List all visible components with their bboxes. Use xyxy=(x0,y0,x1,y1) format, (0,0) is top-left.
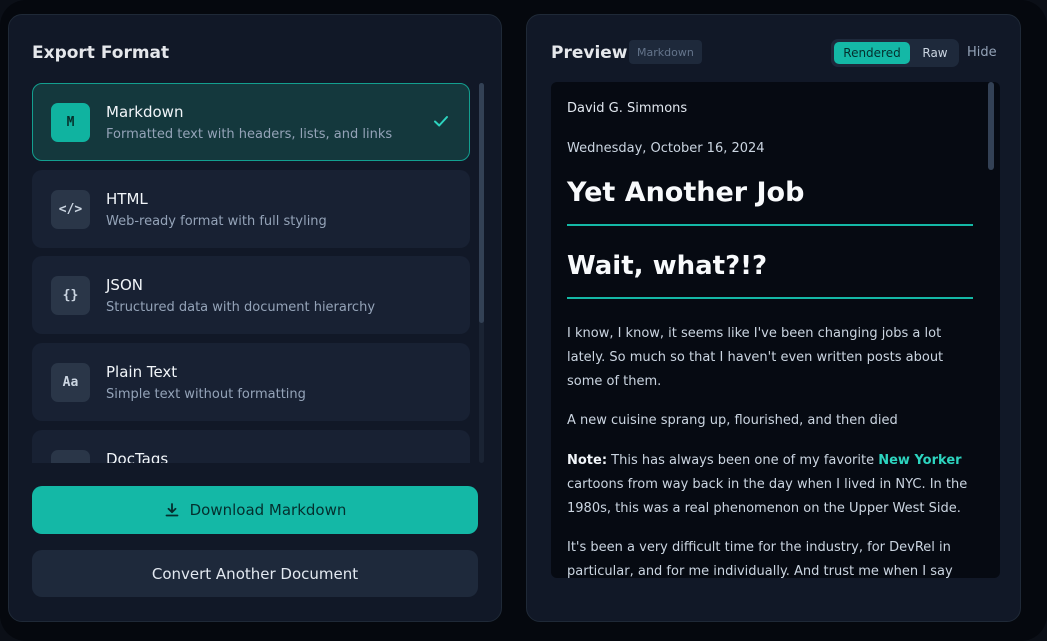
heading-underline xyxy=(567,224,973,226)
new-yorker-link[interactable]: New Yorker xyxy=(878,453,961,468)
document-preview[interactable]: David G. Simmons Wednesday, October 16, … xyxy=(551,82,1000,578)
doctags-icon xyxy=(51,450,90,463)
rendered-toggle[interactable]: Rendered xyxy=(834,42,910,64)
paragraph: Note: This has always been one of my fav… xyxy=(567,449,973,521)
download-button-label: Download Markdown xyxy=(189,501,347,519)
convert-button-label: Convert Another Document xyxy=(151,564,359,583)
format-list-scrollbar[interactable] xyxy=(479,83,484,463)
format-list: M Markdown Formatted text with headers, … xyxy=(32,83,478,463)
code-icon: </> xyxy=(51,190,90,229)
format-name: HTML xyxy=(106,190,148,208)
format-option-html[interactable]: </> HTML Web-ready format with full styl… xyxy=(32,170,470,248)
paragraph: A new cuisine sprang up, flourished, and… xyxy=(567,413,898,428)
raw-toggle[interactable]: Raw xyxy=(913,42,957,64)
preview-panel: Preview Markdown Rendered Raw Hide David… xyxy=(526,14,1021,622)
paragraph: I know, I know, it seems like I've been … xyxy=(567,326,944,389)
braces-icon: {} xyxy=(51,276,90,315)
format-description: Formatted text with headers, lists, and … xyxy=(106,127,393,142)
format-description: Simple text without formatting xyxy=(106,387,306,402)
format-option-doctags[interactable]: DocTags xyxy=(32,430,470,463)
format-badge: Markdown xyxy=(629,40,702,64)
document-date: Wednesday, October 16, 2024 xyxy=(567,141,765,156)
format-name: JSON xyxy=(106,276,143,294)
heading-underline xyxy=(567,297,973,299)
note-label: Note: xyxy=(567,453,608,468)
markdown-icon: M xyxy=(51,103,90,142)
hide-preview-button[interactable]: Hide xyxy=(967,45,997,60)
text-icon: Aa xyxy=(51,363,90,402)
paragraph: It's been a very difficult time for the … xyxy=(567,540,953,578)
format-option-json[interactable]: {} JSON Structured data with document hi… xyxy=(32,256,470,334)
document-heading-1: Yet Another Job xyxy=(567,177,805,208)
download-button[interactable]: Download Markdown xyxy=(32,486,478,534)
scrollbar-thumb[interactable] xyxy=(479,83,484,323)
document-heading-2: Wait, what?!? xyxy=(567,251,768,281)
paragraph-text: This has always been one of my favorite xyxy=(607,453,879,468)
preview-scrollbar-thumb[interactable] xyxy=(988,82,994,170)
document-author: David G. Simmons xyxy=(567,101,688,116)
format-description: Structured data with document hierarchy xyxy=(106,300,376,315)
download-icon xyxy=(165,503,178,517)
format-name: DocTags xyxy=(106,450,169,463)
preview-title: Preview xyxy=(551,43,628,63)
paragraph-text: cartoons from way back in the day when I… xyxy=(567,477,968,516)
checkmark-icon xyxy=(434,116,448,127)
format-option-markdown[interactable]: M Markdown Formatted text with headers, … xyxy=(32,83,470,161)
export-format-panel: Export Format M Markdown Formatted text … xyxy=(8,14,502,622)
convert-another-button[interactable]: Convert Another Document xyxy=(32,550,478,597)
format-option-plain-text[interactable]: Aa Plain Text Simple text without format… xyxy=(32,343,470,421)
format-name: Plain Text xyxy=(106,363,178,381)
panel-title: Export Format xyxy=(32,43,170,63)
format-description: Web-ready format with full styling xyxy=(106,214,327,229)
view-toggle: Rendered Raw xyxy=(831,39,959,67)
format-name: Markdown xyxy=(106,103,184,121)
app-frame: Export Format M Markdown Formatted text … xyxy=(0,0,1047,641)
